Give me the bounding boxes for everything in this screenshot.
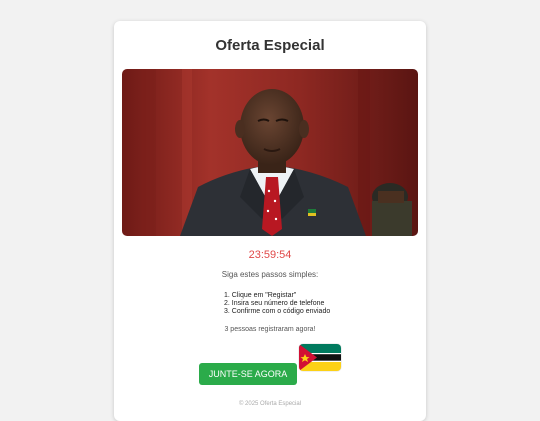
page-title: Oferta Especial — [215, 37, 325, 54]
steps-list: 1. Clique em "Registar" 2. Insira seu nú… — [224, 292, 330, 316]
step-item: 2. Insira seu número de telefone — [224, 300, 325, 307]
join-now-button[interactable]: JUNTE-SE AGORA — [199, 363, 297, 385]
offer-card: Oferta Especial 23:59:54 Siga estes pass… — [114, 21, 426, 421]
steps-heading: Siga estes passos simples: — [221, 270, 319, 279]
step-item: 3. Confirme com o código enviado — [224, 308, 331, 315]
hero-image — [122, 69, 418, 236]
countdown-timer: 23:59:54 — [248, 249, 292, 261]
mozambique-flag-image — [299, 344, 341, 371]
step-item: 1. Clique em "Registar" — [224, 292, 297, 299]
footer-text: © 2025 Oferta Especial — [238, 401, 302, 407]
social-proof-text: 3 pessoas registraram agora! — [224, 326, 316, 333]
